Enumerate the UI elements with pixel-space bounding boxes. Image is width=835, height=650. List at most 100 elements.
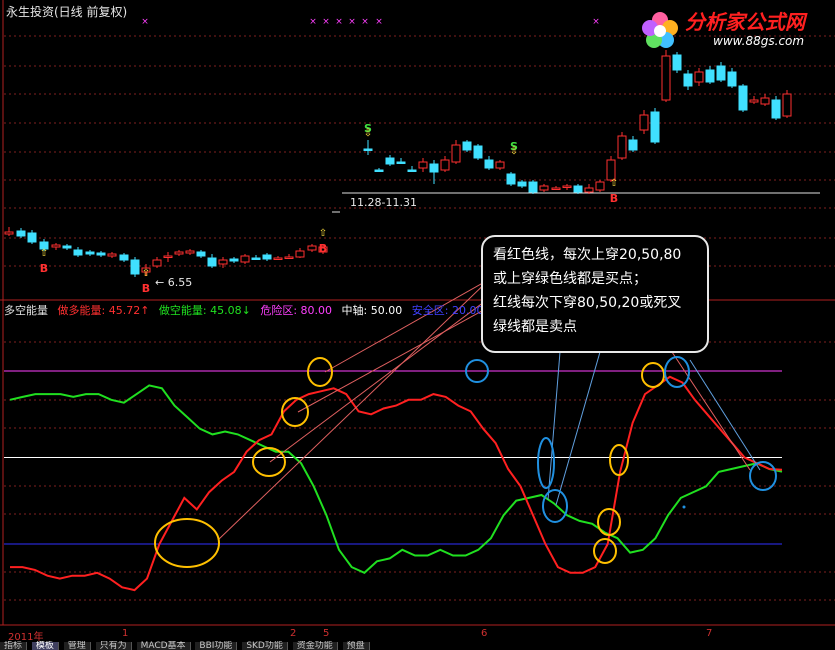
- month-label: 5: [323, 628, 330, 639]
- candle-body: [85, 251, 95, 255]
- range-label: 11.28-11.31: [350, 196, 417, 209]
- candle-body: [174, 251, 184, 255]
- buy-signal: B: [319, 242, 327, 255]
- candle-body: [218, 259, 228, 265]
- signal-circles: [154, 356, 777, 568]
- candle-body: [429, 163, 439, 173]
- callout-line-2: 或上穿绿色线都是买点；: [493, 271, 647, 287]
- candle-body: [617, 135, 627, 159]
- candle-body: [517, 181, 527, 187]
- candle-body: [374, 169, 384, 172]
- callout-line-4: 绿线都是卖点: [493, 319, 577, 335]
- logo-text: 分析家公式网: [685, 10, 805, 34]
- callout-line-3: 红线每次下穿80,50,20或死叉: [493, 295, 682, 311]
- candle-body: [528, 181, 538, 193]
- up-arrow-icon: ⇧: [319, 228, 327, 239]
- window-title: 永生投资(日线 前复权): [6, 5, 128, 19]
- event-marker: ×: [348, 17, 356, 27]
- candle-body: [295, 250, 305, 258]
- candle-body: [650, 111, 660, 143]
- buy-signal: B: [610, 192, 618, 205]
- tab-bbi[interactable]: BBI功能: [195, 642, 238, 650]
- candle-body: [27, 232, 37, 243]
- safe-zone-label: 安全区: 20.00: [411, 304, 484, 317]
- month-label: 6: [481, 628, 488, 639]
- candle-body: [16, 230, 26, 237]
- indicator-grid: [4, 341, 835, 601]
- candle-body: [130, 259, 140, 275]
- bear-energy-line: [9, 384, 783, 574]
- tab-custom[interactable]: 只有为: [95, 642, 132, 650]
- candle-body: [495, 161, 505, 169]
- candle-body: [672, 54, 682, 71]
- candle-body: [639, 114, 649, 131]
- event-marker: ×: [141, 17, 149, 27]
- callout-line-1: 看红色线，每次上穿20,50,80: [493, 247, 682, 263]
- candle-body: [782, 93, 792, 117]
- candle-body: [229, 258, 239, 262]
- tab-manage[interactable]: 管理: [63, 642, 91, 650]
- tab-macd[interactable]: MACD基本: [136, 642, 191, 650]
- low-price-value: 6.55: [167, 276, 193, 289]
- candle-body: [119, 254, 129, 261]
- candle-body: [51, 244, 61, 248]
- candle-body: [240, 255, 250, 263]
- candle-body: [4, 231, 14, 235]
- candle-body: [284, 256, 294, 259]
- candle-body: [407, 169, 417, 172]
- low-price-label: ← 6.55: [155, 276, 193, 289]
- buy-signal: B: [142, 282, 150, 295]
- danger-zone-label: 危险区: 80.00: [260, 304, 333, 317]
- tab-indicator[interactable]: 指标: [0, 642, 28, 650]
- tab-skd[interactable]: SKD功能: [242, 642, 288, 650]
- down-arrow-icon: ⇩: [510, 146, 518, 157]
- up-arrow-icon: ⇧: [610, 178, 618, 189]
- tab-funds[interactable]: 资金功能: [292, 642, 338, 650]
- candle-body: [539, 185, 549, 191]
- buy-signal: B: [40, 262, 48, 275]
- candle-body: [738, 85, 748, 111]
- candle-body: [251, 257, 261, 260]
- down-arrow-icon: ⇩: [364, 128, 372, 139]
- candle-body: [573, 185, 583, 193]
- candle-body: [683, 73, 693, 87]
- event-marker: ×: [375, 17, 383, 27]
- candle-body: [207, 257, 217, 267]
- candle-body: [462, 141, 472, 151]
- candle-body: [152, 259, 162, 267]
- candle-body: [727, 71, 737, 87]
- indicator-legend: 多空能量 做多能量: 45.72↑ 做空能量: 45.08↓ 危险区: 80.0…: [4, 302, 489, 318]
- candle-body: [551, 187, 561, 190]
- candle-body: [62, 245, 72, 249]
- candle-body: [749, 99, 759, 103]
- dot-marker: [682, 505, 686, 509]
- candle-body: [661, 55, 671, 101]
- logo-url: www.88gs.com: [713, 34, 805, 48]
- tab-template[interactable]: 模板: [31, 642, 59, 650]
- indicator-tab-bar: 指标 模板 管理 只有为 MACD基本 BBI功能 SKD功能 资金功能 预盘: [0, 641, 835, 650]
- month-label: 7: [706, 628, 713, 639]
- tab-forecast[interactable]: 预盘: [342, 642, 370, 650]
- event-marker: ×: [361, 17, 369, 27]
- indicator-name[interactable]: 多空能量: [4, 304, 48, 317]
- site-logo[interactable]: 分析家公式网 www.88gs.com: [629, 4, 829, 52]
- candle-body: [451, 144, 461, 163]
- bull-energy-label: 做多能量: 45.72↑: [57, 304, 150, 317]
- stock-chart-canvas[interactable]: × × × × × × × × × B⇧B⇧B⇧S⇩S⇩B⇧: [0, 0, 835, 650]
- candle-body: [96, 252, 106, 256]
- candle-body: [73, 249, 83, 256]
- up-arrow-icon: ⇧: [40, 248, 48, 259]
- event-marker: ×: [322, 17, 330, 27]
- candle-body: [185, 250, 195, 254]
- candle-body: [628, 139, 638, 151]
- month-label: 2: [290, 628, 297, 639]
- candle-body: [584, 187, 594, 193]
- up-arrow-icon: ⇧: [142, 268, 150, 279]
- candle-body: [506, 173, 516, 185]
- annotation-callout: 看红色线，每次上穿20,50,80 或上穿绿色线都是买点； 红线每次下穿80,5…: [481, 235, 709, 353]
- candle-body: [606, 159, 616, 181]
- candle-body: [163, 255, 173, 258]
- candle-body: [484, 159, 494, 169]
- candle-body: [107, 253, 117, 257]
- candle-body: [595, 181, 605, 191]
